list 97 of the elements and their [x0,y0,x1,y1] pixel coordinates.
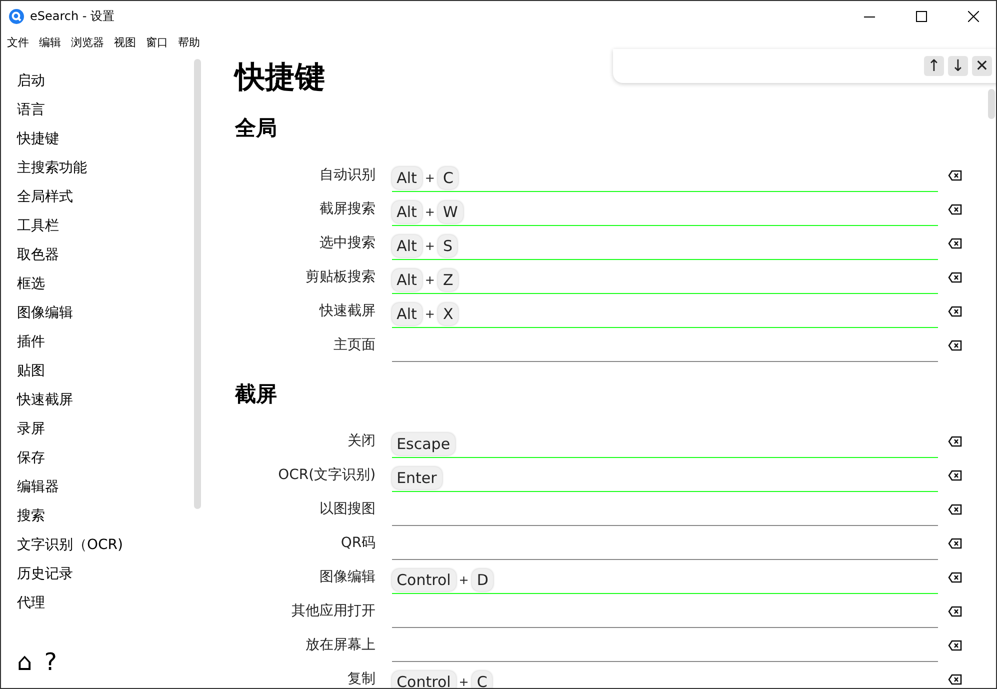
backspace-icon[interactable] [948,306,962,316]
sidebar-item[interactable]: 编辑器 [17,473,59,502]
plus-sign: + [424,170,436,184]
plus-sign: + [424,306,436,320]
key-cap: Enter [392,466,442,488]
sidebar-item[interactable]: 图像编辑 [17,299,73,328]
shortcut-label: 复制 [346,670,377,688]
shortcut-field[interactable]: Control + D [392,566,938,594]
shortcut-label: 放在屏幕上 [304,636,377,654]
home-button[interactable]: ⌂ [17,650,32,674]
shortcut-field[interactable]: Control + C [392,668,938,688]
shortcut-label: 快速截屏 [318,302,377,320]
key-cap: Control [392,568,456,590]
backspace-icon[interactable] [948,340,962,350]
key-cap: Z [438,268,458,290]
key-cap: C [438,166,458,188]
sidebar-item[interactable]: 保存 [17,444,45,473]
backspace-icon[interactable] [948,204,962,214]
plus-sign: + [424,204,436,218]
shortcut-field[interactable]: Alt + W [392,198,938,226]
menu-item[interactable]: 文件 [7,34,29,50]
plus-sign: + [424,238,436,252]
shortcut-label: 关闭 [346,432,377,450]
backspace-icon[interactable] [948,272,962,282]
backspace-icon[interactable] [948,640,962,650]
shortcut-label: OCR(文字识别) [277,466,377,484]
sidebar-item[interactable]: 文字识别（OCR) [17,531,123,560]
shortcut-field[interactable]: Alt + S [392,232,938,260]
plus-sign: + [458,572,470,586]
backspace-icon[interactable] [948,572,962,582]
shortcut-label: 选中搜索 [318,234,377,252]
shortcut-label: QR码 [340,534,377,552]
key-cap: Alt [392,200,422,222]
sidebar-item[interactable]: 搜索 [17,502,45,531]
sidebar-item[interactable]: 全局样式 [17,183,73,212]
section-heading: 全局 [235,115,278,142]
maximize-icon[interactable] [916,10,926,22]
backspace-icon[interactable] [948,238,962,248]
close-icon[interactable] [968,10,978,22]
window-title: eSearch - 设置 [30,8,116,24]
shortcut-field[interactable]: Alt + X [392,300,938,328]
key-cap: Alt [392,234,422,256]
plus-sign: + [424,272,436,286]
backspace-icon[interactable] [948,436,962,446]
shortcut-label: 主页面 [332,336,377,354]
backspace-icon[interactable] [948,470,962,480]
key-cap: X [438,302,458,324]
next-button[interactable]: ↓ [948,56,968,76]
key-cap: Alt [392,268,422,290]
help-button[interactable]: ? [44,650,57,674]
previous-button[interactable]: ↑ [924,56,944,76]
sidebar-item[interactable]: 历史记录 [17,560,73,589]
menu-item[interactable]: 编辑 [39,34,61,50]
shortcut-field[interactable]: Enter [392,464,938,492]
key-cap: S [438,234,458,256]
menu-item[interactable]: 视图 [114,34,136,50]
backspace-icon[interactable] [948,170,962,180]
shortcut-label: 以图搜图 [318,500,377,518]
backspace-icon[interactable] [948,606,962,616]
sidebar-item[interactable]: 快捷键 [17,125,59,154]
key-cap: W [438,200,463,222]
shortcut-label: 自动识别 [318,166,377,184]
backspace-icon[interactable] [948,538,962,548]
sidebar-item[interactable]: 代理 [17,589,45,618]
menu-item[interactable]: 窗口 [146,34,168,50]
sidebar-item[interactable]: 取色器 [17,241,59,270]
app-logo-icon [9,8,24,24]
shortcut-field[interactable]: Alt + Z [392,266,938,294]
backspace-icon[interactable] [948,674,962,684]
shortcut-field[interactable]: Alt + C [392,164,938,192]
close-button[interactable]: ✕ [972,56,992,76]
shortcut-label: 剪贴板搜索 [304,268,377,286]
page-title: 快捷键 [235,59,325,97]
key-cap: D [472,568,494,590]
sidebar-item[interactable]: 主搜索功能 [17,154,87,183]
sidebar-item[interactable]: 录屏 [17,415,45,444]
backspace-icon[interactable] [948,504,962,514]
sidebar-item[interactable]: 启动 [17,67,45,96]
sidebar-item[interactable]: 贴图 [17,357,45,386]
menu-item[interactable]: 帮助 [178,34,200,50]
section-heading: 截屏 [235,381,278,408]
key-cap: Alt [392,166,422,188]
sidebar-item[interactable]: 框选 [17,270,45,299]
plus-sign: + [458,674,470,688]
sidebar-item[interactable]: 工具栏 [17,212,59,241]
menu-item[interactable]: 浏览器 [71,34,104,50]
shortcut-label: 截屏搜索 [318,200,377,218]
shortcut-field[interactable]: Escape [392,430,938,458]
sidebar-item[interactable]: 语言 [17,96,45,125]
key-cap: Escape [392,432,456,454]
shortcut-label: 图像编辑 [318,568,377,586]
key-cap: C [472,670,492,688]
sidebar-item[interactable]: 插件 [17,328,45,357]
key-cap: Control [392,670,456,688]
sidebar-item[interactable]: 快速截屏 [17,386,73,415]
shortcut-label: 其他应用打开 [290,602,377,620]
key-cap: Alt [392,302,422,324]
